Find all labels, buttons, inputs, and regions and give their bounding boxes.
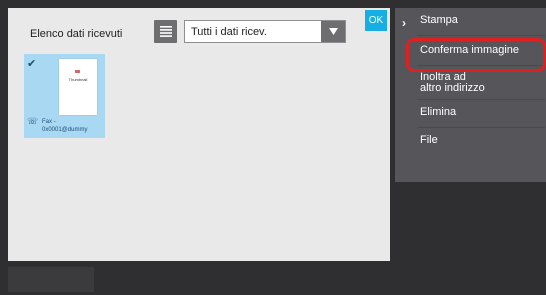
received-data-list-panel: Elenco dati ricevuti Tutti i dati ricev.… <box>8 8 390 261</box>
device-frame: Elenco dati ricevuti Tutti i dati ricev.… <box>0 0 546 295</box>
view-toggle-button[interactable] <box>154 20 177 43</box>
action-menu-panel: Stampa Conferma immagine Inoltra ad altr… <box>395 8 546 182</box>
highlight-annotation <box>406 38 546 72</box>
item-type: Fax - <box>42 119 56 125</box>
menu-item-inoltra[interactable]: Inoltra ad altro indirizzo <box>417 70 545 100</box>
item-address: 0x0001@dummy <box>42 127 88 133</box>
checkmark-icon: ✔ <box>27 58 37 70</box>
filter-selected-value: Tutti i dati ricev. <box>191 26 267 38</box>
filter-dropdown-toggle[interactable] <box>321 21 345 42</box>
received-item-thumbnail[interactable]: ✔ Thumbnail ☏ Fax - 0x0001@dummy <box>24 54 105 138</box>
document-logo-mark <box>75 70 80 73</box>
footer-button[interactable] <box>8 267 94 292</box>
chevron-down-icon <box>328 28 338 35</box>
menu-item-stampa[interactable]: Stampa <box>417 8 545 36</box>
list-icon <box>159 26 172 37</box>
item-sender-label: Fax - 0x0001@dummy <box>42 118 87 134</box>
list-title: Elenco dati ricevuti <box>30 28 123 40</box>
fax-icon: ☏ <box>27 116 39 126</box>
document-preview-text: Thumbnail <box>68 77 88 82</box>
document-preview: Thumbnail <box>59 59 97 115</box>
menu-item-elimina[interactable]: Elimina <box>417 100 545 128</box>
menu-item-file[interactable]: File <box>417 128 545 156</box>
chevron-right-icon[interactable]: › <box>402 16 406 30</box>
filter-dropdown[interactable]: Tutti i dati ricev. <box>184 20 346 43</box>
ok-button[interactable]: OK <box>365 10 387 31</box>
